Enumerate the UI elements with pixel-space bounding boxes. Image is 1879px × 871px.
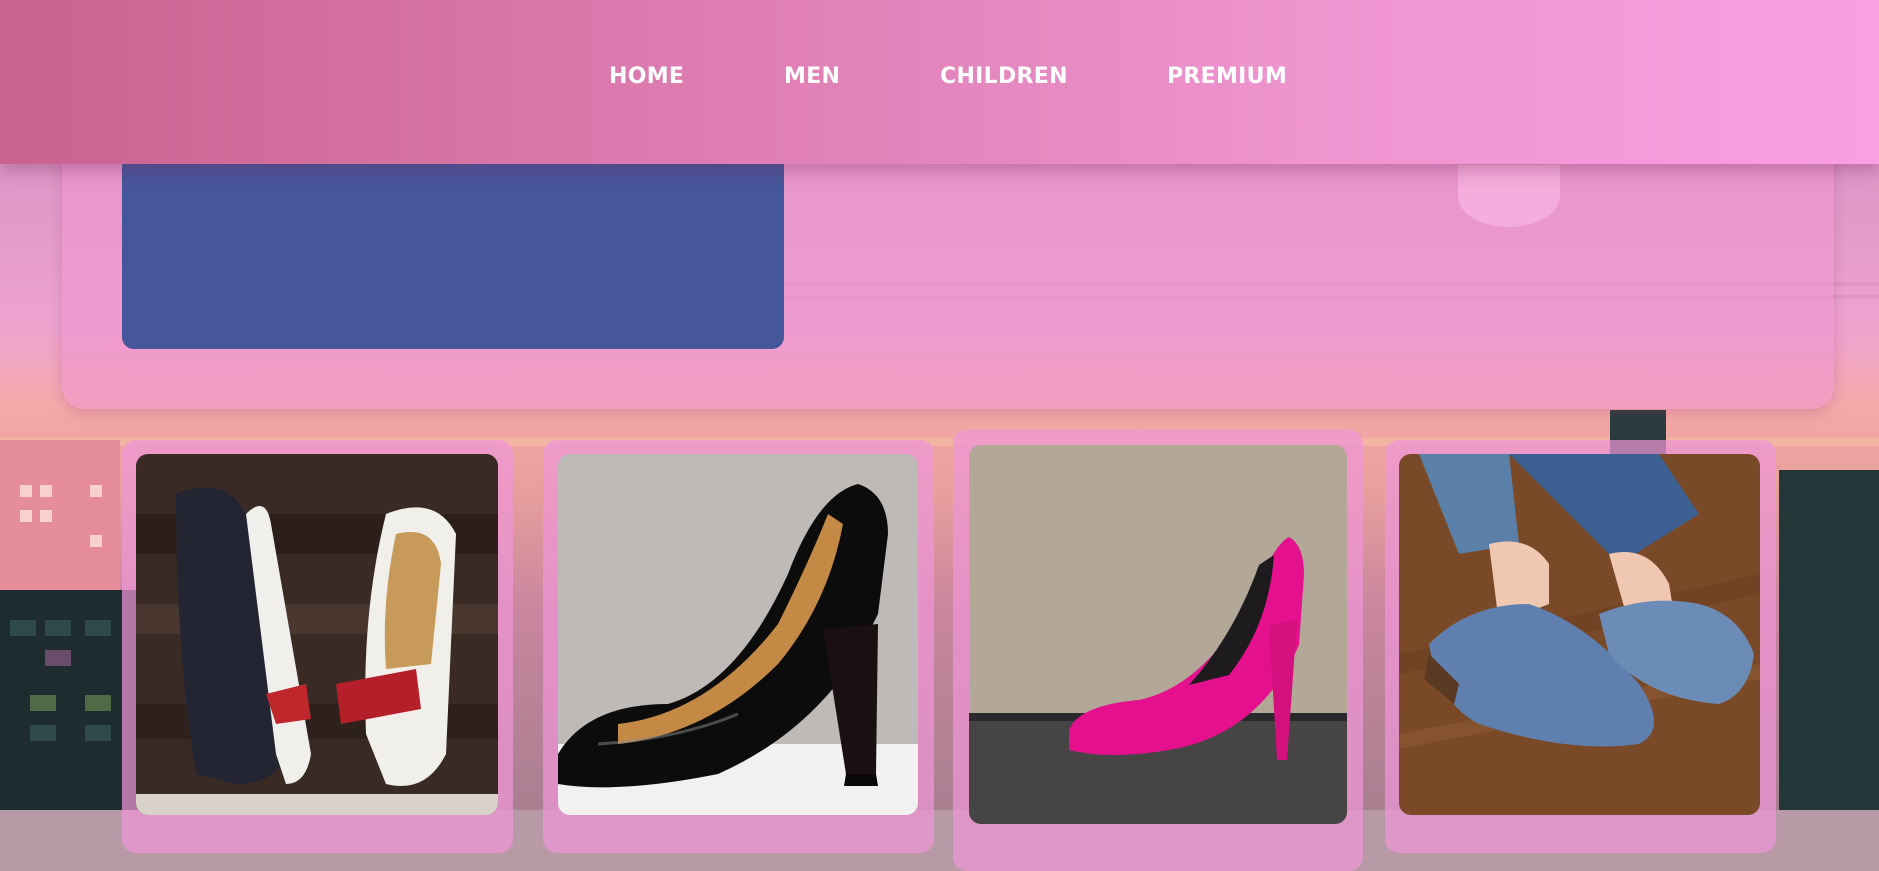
main-nav: HOME MEN CHILDREN PREMIUM: [0, 64, 1879, 94]
product-image-black-pump[interactable]: [558, 454, 918, 815]
product-card[interactable]: [953, 430, 1363, 871]
product-card[interactable]: [1385, 440, 1776, 853]
product-image-blue-flats[interactable]: [1399, 454, 1760, 815]
nav-link-children[interactable]: CHILDREN: [940, 64, 1068, 89]
site-header: HOME MEN CHILDREN PREMIUM: [0, 0, 1879, 164]
hero-panel: [62, 150, 1834, 409]
product-card[interactable]: [122, 440, 513, 853]
nav-link-home[interactable]: HOME: [609, 64, 684, 89]
nav-link-men[interactable]: MEN: [784, 64, 840, 89]
background-building: [0, 440, 120, 600]
hero-banner-block: [122, 164, 784, 349]
product-image-magenta-stiletto[interactable]: [969, 445, 1347, 824]
product-image-white-flats[interactable]: [136, 454, 498, 815]
product-card[interactable]: [543, 440, 934, 853]
nav-link-premium[interactable]: PREMIUM: [1167, 64, 1287, 89]
